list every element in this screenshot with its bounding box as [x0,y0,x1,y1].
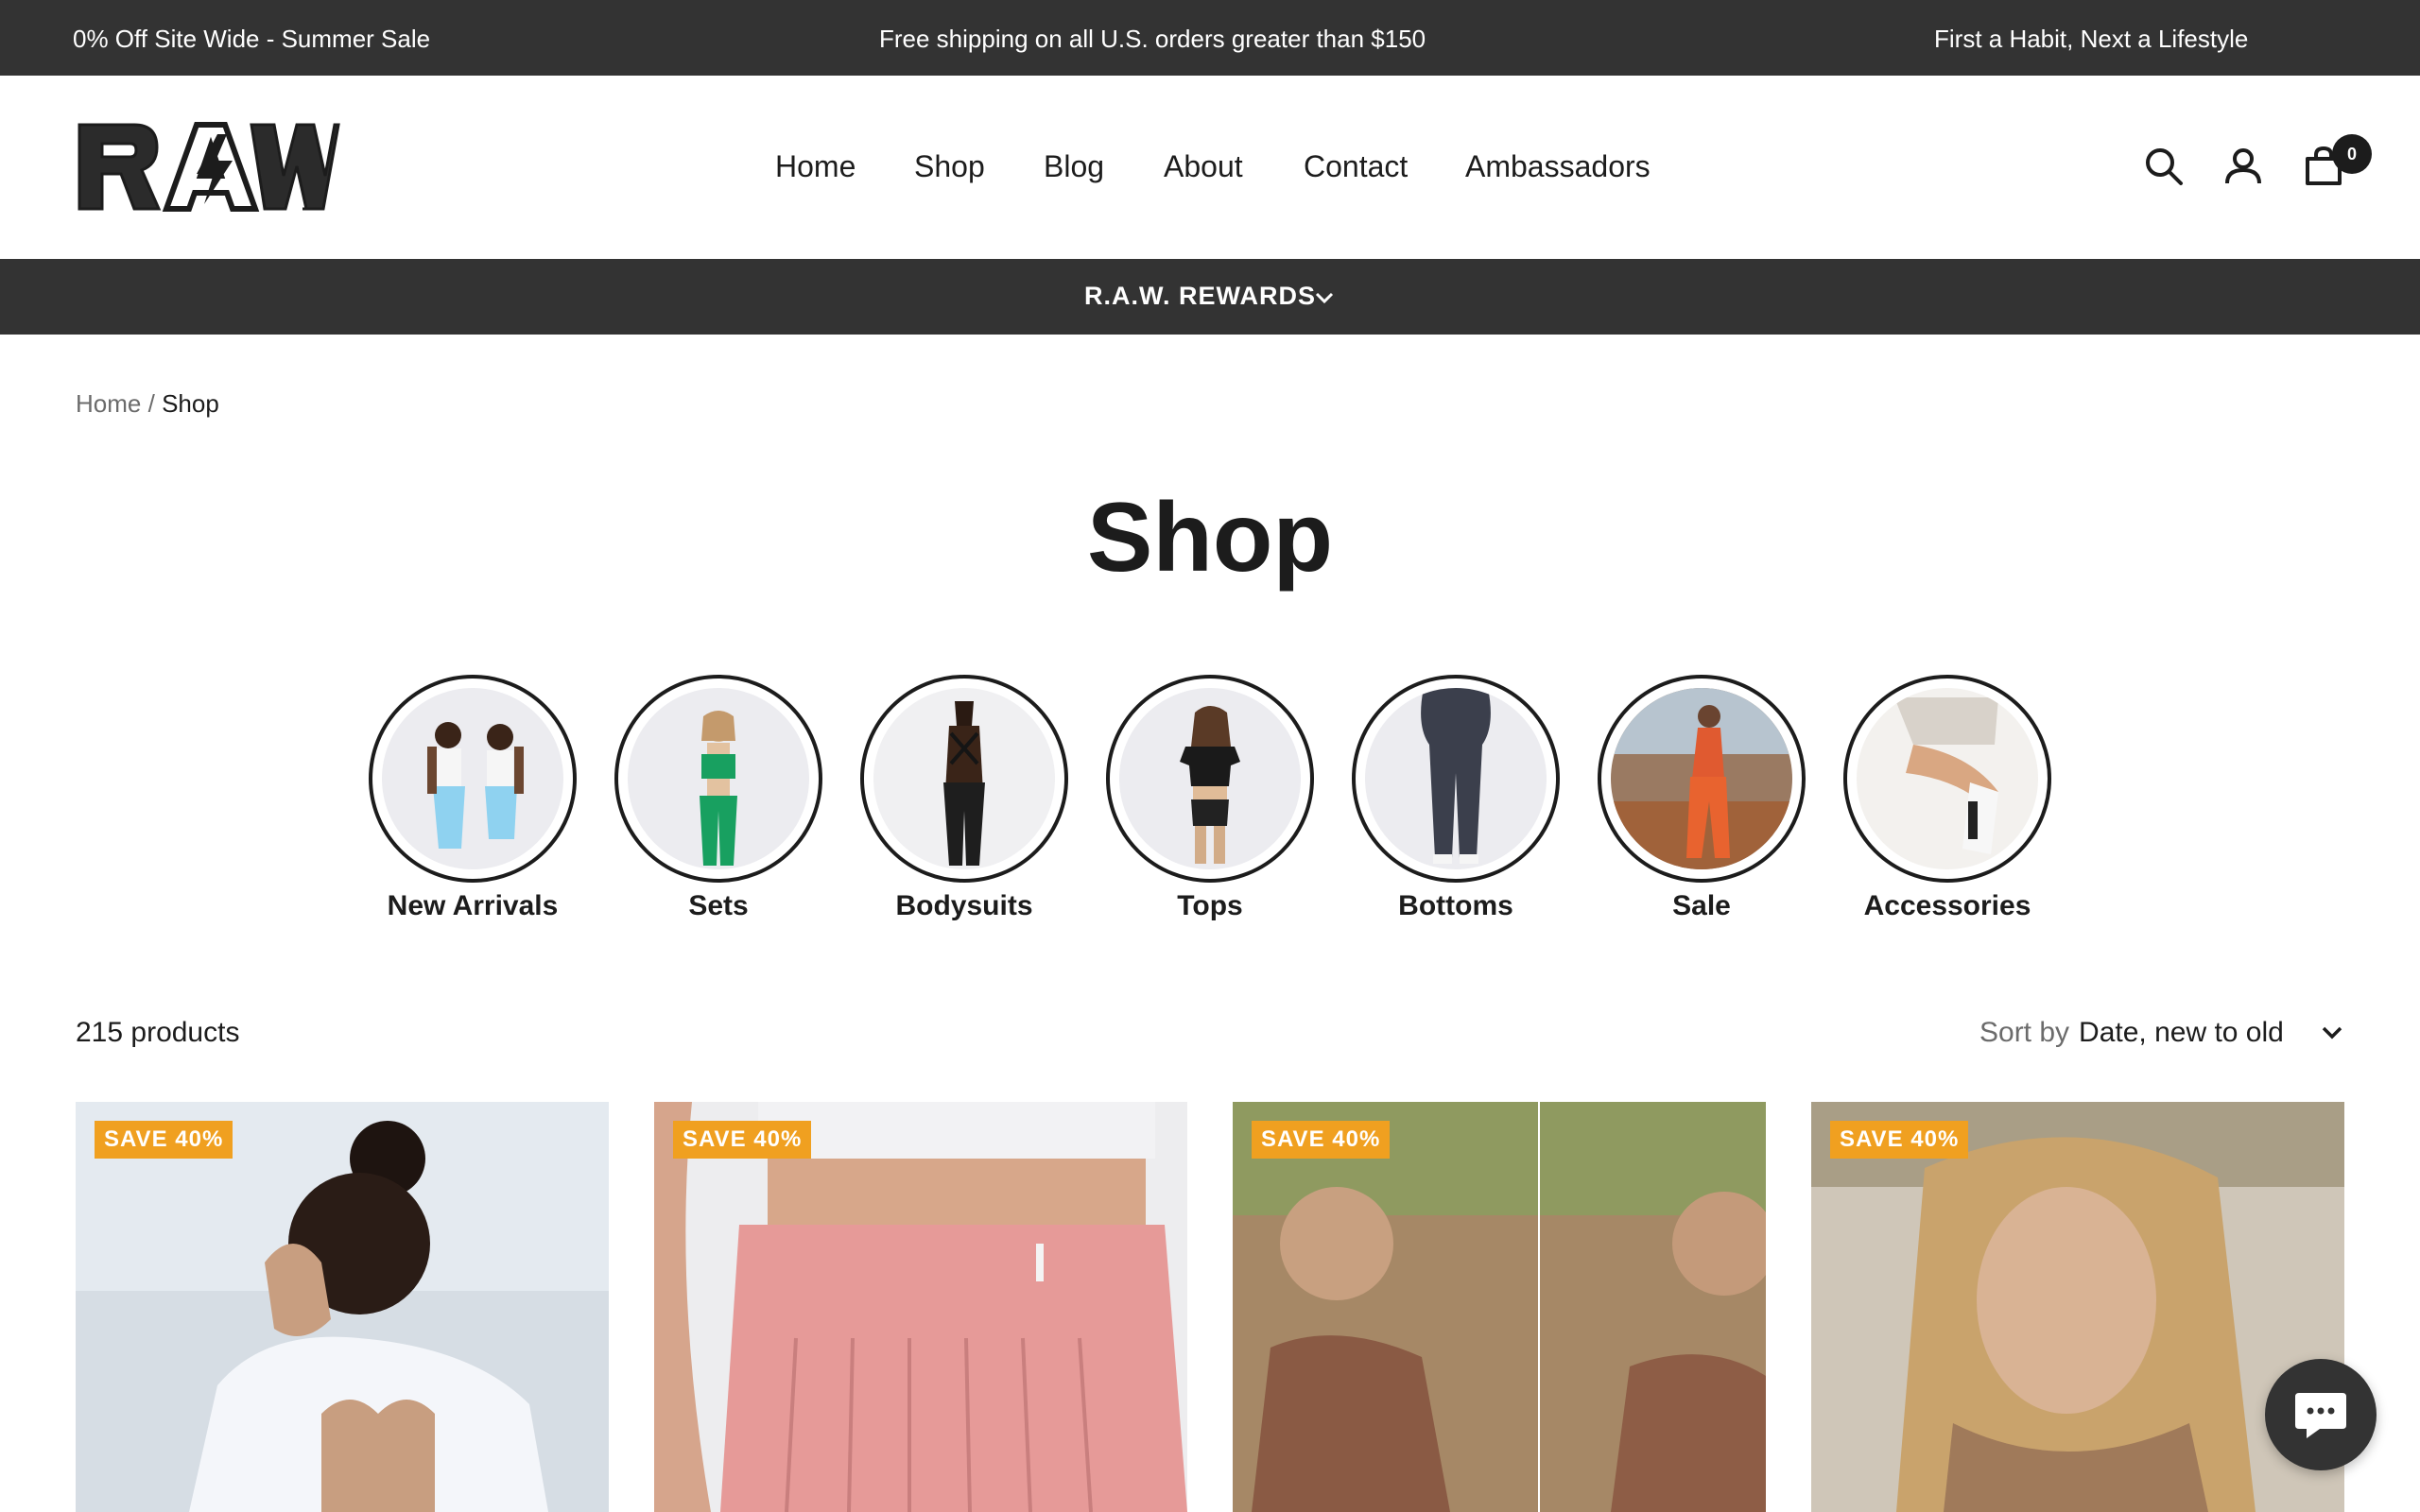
category-image [382,688,563,869]
category-image [1119,688,1301,869]
announcement-motto[interactable]: First a Habit, Next a Lifestyle [1934,25,2248,54]
sale-badge: SAVE 40% [1252,1121,1391,1159]
category-image-frame [369,675,577,883]
category-image [873,688,1055,869]
product-card[interactable]: SAVE 40% [1233,1102,1766,1512]
category-label: Accessories [1863,890,2031,921]
category-image [1857,688,2038,869]
raw-logo[interactable] [76,117,340,216]
sort-label: Sort by [1979,1017,2070,1048]
category-sets[interactable]: Sets [614,675,822,922]
category-label: Bottoms [1398,890,1513,921]
category-sale[interactable]: Sale [1598,675,1806,922]
nav-about[interactable]: About [1164,149,1243,184]
product-image[interactable] [1811,1102,2344,1512]
category-label: Sale [1672,890,1731,921]
breadcrumb-home[interactable]: Home [76,389,141,418]
nav-blog[interactable]: Blog [1044,149,1104,184]
rewards-bar[interactable]: R.A.W. REWARDS [0,259,2420,335]
sort-dropdown[interactable]: Sort by Date, new to old [1979,1017,2284,1049]
announcement-bar: 0% Off Site Wide - Summer Sale Free ship… [0,0,2420,76]
chat-icon [2295,1393,2346,1438]
breadcrumb-separator: / [147,389,155,418]
category-tops[interactable]: Tops [1106,675,1314,922]
site-header: Home Shop Blog About Contact Ambassadors… [0,76,2420,259]
category-image [1611,688,1792,869]
category-image [1365,688,1547,869]
category-label: Sets [688,890,749,921]
product-image[interactable] [654,1102,1187,1512]
sale-badge: SAVE 40% [673,1121,812,1159]
nav-shop[interactable]: Shop [914,149,985,184]
nav-ambassadors[interactable]: Ambassadors [1465,149,1651,184]
category-bodysuits[interactable]: Bodysuits [860,675,1068,922]
account-icon[interactable] [2222,146,2264,187]
sale-badge: SAVE 40% [95,1121,233,1159]
category-image-frame [1352,675,1560,883]
breadcrumb: Home / Shop [76,389,219,419]
chat-button[interactable] [2265,1359,2377,1470]
breadcrumb-current: Shop [162,389,219,418]
category-image [628,688,809,869]
category-accessories[interactable]: Accessories [1843,675,2051,922]
category-image-frame [614,675,822,883]
page-title: Shop [1087,483,1333,593]
category-new-arrivals[interactable]: New Arrivals [369,675,577,922]
category-label: Tops [1177,890,1243,921]
chevron-down-icon [1315,292,1334,304]
product-card[interactable]: SAVE 40% [76,1102,609,1512]
chevron-down-icon[interactable] [2320,1022,2344,1043]
product-card[interactable]: SAVE 40% [654,1102,1187,1512]
announcement-shipping[interactable]: Free shipping on all U.S. orders greater… [879,25,1426,54]
category-image-frame [1106,675,1314,883]
category-label: Bodysuits [895,890,1033,921]
cart-count-badge: 0 [2332,134,2372,174]
rewards-label[interactable]: R.A.W. REWARDS [1084,282,1316,311]
sort-value[interactable]: Date, new to old [2079,1017,2284,1048]
category-bottoms[interactable]: Bottoms [1352,675,1560,922]
category-image-frame [1598,675,1806,883]
announcement-sale[interactable]: 0% Off Site Wide - Summer Sale [73,25,430,54]
category-image-frame [860,675,1068,883]
search-icon[interactable] [2143,146,2185,187]
category-image-frame [1843,675,2051,883]
nav-home[interactable]: Home [775,149,856,184]
product-image[interactable] [1233,1102,1766,1512]
sale-badge: SAVE 40% [1830,1121,1969,1159]
category-label: New Arrivals [387,890,559,921]
product-card[interactable]: SAVE 40% [1811,1102,2344,1512]
nav-contact[interactable]: Contact [1304,149,1408,184]
product-count: 215 products [76,1017,240,1048]
product-image[interactable] [76,1102,609,1512]
